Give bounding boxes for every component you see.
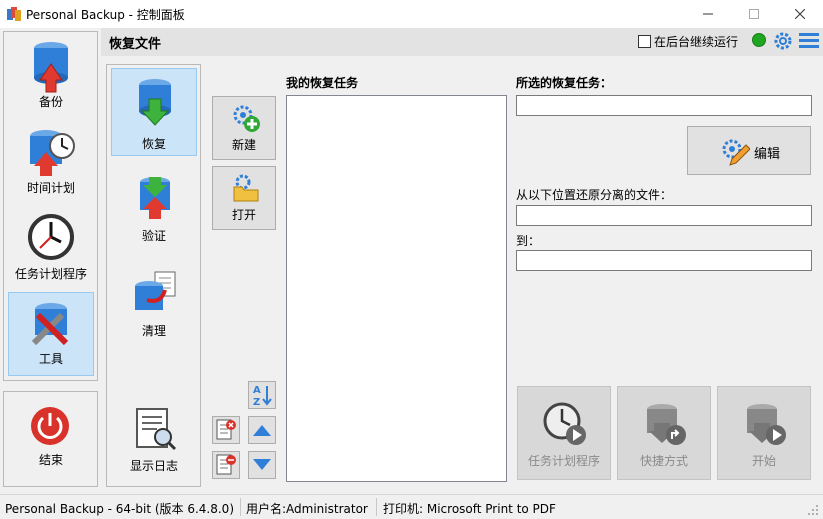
page-title: 恢复文件 — [109, 37, 162, 52]
delete-task-button[interactable] — [212, 416, 240, 444]
content-header: 恢复文件 在后台继续运行 — [101, 28, 823, 56]
nav-label: 任务计划程序 — [14, 267, 87, 281]
gear-add-icon — [233, 105, 260, 132]
nav-item-backup[interactable]: 备份 — [8, 34, 94, 118]
user-text: 用户名:Administrator — [246, 502, 368, 516]
subnav-item-restore[interactable]: 恢复 — [111, 68, 197, 156]
nav-label: 时间计划 — [26, 181, 75, 195]
from-field[interactable] — [516, 205, 812, 226]
sub-nav: 恢复 验证 清理 显示日志 — [106, 64, 201, 487]
new-task-label: 新建 — [231, 138, 256, 152]
nav-label: 备份 — [38, 95, 63, 109]
exit-label: 结束 — [38, 453, 63, 467]
database-restore-icon — [139, 79, 171, 126]
maximize-button[interactable] — [731, 0, 777, 28]
cleanup-icon — [135, 271, 176, 310]
database-upload-icon — [34, 42, 68, 93]
svg-text:Z: Z — [253, 397, 260, 407]
database-play-icon — [747, 404, 786, 445]
menu-icon[interactable] — [798, 32, 820, 50]
subnav-label: 验证 — [141, 229, 166, 243]
database-shortcut-icon — [647, 404, 686, 445]
gear-icon[interactable] — [772, 30, 794, 52]
shortcut-button[interactable]: 快捷方式 — [617, 386, 711, 480]
open-task-button[interactable]: 打开 — [212, 166, 276, 230]
move-up-button[interactable] — [248, 416, 276, 444]
resize-grip-icon[interactable] — [807, 504, 819, 516]
log-icon — [136, 408, 177, 451]
edit-label: 编辑 — [754, 147, 781, 162]
subnav-label: 清理 — [141, 324, 166, 338]
minimize-button[interactable] — [685, 0, 731, 28]
sort-az-button[interactable]: A Z — [248, 381, 276, 409]
svg-text:A: A — [253, 385, 261, 396]
delete-doc-icon — [216, 419, 236, 440]
close-icon — [795, 9, 805, 19]
task-list[interactable] — [286, 95, 507, 482]
gear-pencil-icon — [722, 139, 750, 166]
sort-az-icon: A Z — [253, 385, 272, 407]
arrow-up-icon — [253, 425, 271, 436]
printer-text: 打印机: Microsoft Print to PDF — [383, 502, 556, 516]
exit-panel: 结束 — [3, 391, 98, 487]
tools-icon — [31, 303, 69, 346]
open-task-label: 打开 — [231, 208, 256, 222]
start-label: 开始 — [751, 454, 776, 468]
selected-task-field[interactable] — [516, 95, 812, 116]
subnav-item-cleanup[interactable]: 清理 — [111, 258, 197, 346]
scheduler-button[interactable]: 任务计划程序 — [517, 386, 611, 480]
background-label: 在后台继续运行 — [654, 35, 739, 49]
nav-label: 工具 — [38, 352, 63, 366]
version-text: Personal Backup - 64-bit (版本 6.4.8.0) — [5, 502, 235, 516]
subnav-label: 恢复 — [141, 137, 166, 151]
subnav-label: 显示日志 — [129, 459, 178, 473]
background-checkbox[interactable] — [638, 35, 651, 48]
status-indicator — [752, 33, 766, 47]
status-divider — [376, 498, 377, 516]
database-verify-icon — [140, 177, 170, 219]
clock-icon — [28, 214, 74, 260]
subnav-item-verify[interactable]: 验证 — [111, 163, 197, 251]
scheduler-label: 任务计划程序 — [527, 454, 600, 468]
remove-task-button[interactable] — [212, 451, 240, 479]
app-icon — [7, 7, 21, 21]
status-bar: Personal Backup - 64-bit (版本 6.4.8.0) 用户… — [0, 494, 823, 519]
main-nav: 备份 时间计划 任务计划程序 工具 — [3, 31, 98, 381]
clock-play-icon — [543, 402, 586, 445]
minimize-icon — [703, 13, 713, 15]
selected-task-label: 所选的恢复任务： — [516, 76, 613, 90]
to-label: 到： — [516, 234, 541, 248]
subnav-item-show-log[interactable]: 显示日志 — [111, 395, 197, 477]
nav-item-scheduler[interactable]: 任务计划程序 — [8, 206, 94, 290]
nav-item-schedule[interactable]: 时间计划 — [8, 120, 94, 204]
edit-button[interactable]: 编辑 — [687, 126, 811, 175]
maximize-icon — [749, 9, 759, 19]
window-title: Personal Backup - 控制面板 — [26, 8, 185, 22]
task-list-label: 我的恢复任务 — [286, 76, 359, 90]
arrow-down-icon — [253, 459, 271, 470]
from-label: 从以下位置还原分离的文件： — [516, 188, 673, 202]
start-button[interactable]: 开始 — [717, 386, 811, 480]
close-button[interactable] — [777, 0, 823, 28]
exit-button[interactable]: 结束 — [8, 396, 94, 482]
status-divider — [240, 498, 241, 516]
move-down-button[interactable] — [248, 451, 276, 479]
remove-doc-icon — [216, 454, 236, 475]
to-field[interactable] — [516, 250, 812, 271]
new-task-button[interactable]: 新建 — [212, 96, 276, 160]
power-icon — [31, 407, 69, 445]
shortcut-label: 快捷方式 — [639, 454, 688, 468]
gear-folder-icon — [233, 174, 259, 202]
schedule-clock-icon — [30, 130, 75, 176]
title-bar: Personal Backup - 控制面板 — [0, 0, 823, 28]
nav-item-tools[interactable]: 工具 — [8, 292, 94, 376]
